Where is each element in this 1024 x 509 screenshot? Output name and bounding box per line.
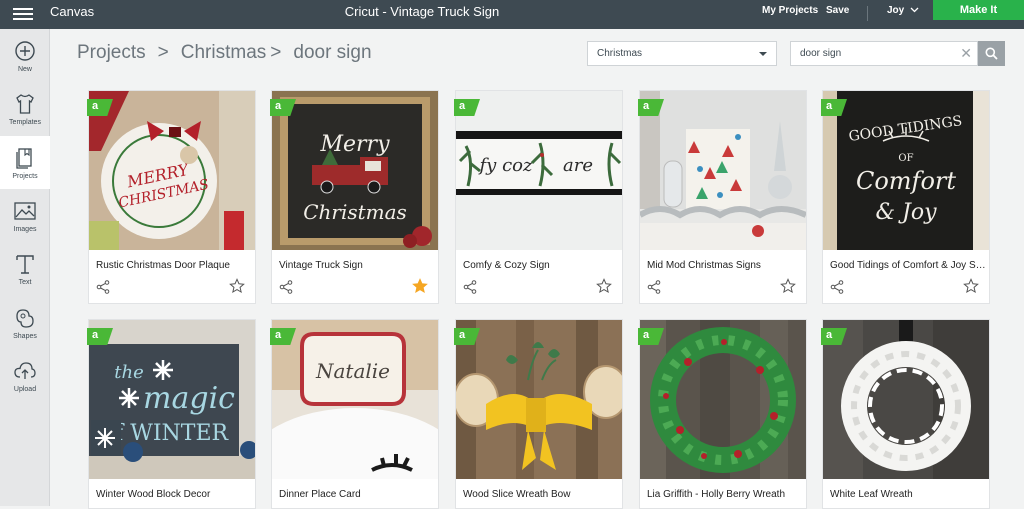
project-image: the magic of WINTER xyxy=(89,320,255,479)
search-input[interactable] xyxy=(791,42,951,65)
share-icon[interactable] xyxy=(279,280,293,294)
breadcrumb-separator: > xyxy=(157,42,169,63)
project-image: GOOD TIDINGS OF Comfort & Joy xyxy=(823,91,989,250)
image-icon xyxy=(14,202,36,220)
sidebar-item-label: Templates xyxy=(9,119,41,126)
user-menu[interactable]: Joy xyxy=(887,5,919,16)
project-card[interactable]: a Mid Mod Christmas Signs xyxy=(638,90,807,304)
my-projects-link[interactable]: My Projects xyxy=(762,5,818,16)
project-image: fy coz are xyxy=(456,91,622,250)
sidebar-item-projects[interactable]: Projects xyxy=(0,136,50,189)
share-icon[interactable] xyxy=(96,280,110,294)
project-card[interactable]: a Lia Griffith - Holly Berry Wreath xyxy=(638,319,807,509)
project-card[interactable]: Natalie a Dinner Place Card xyxy=(270,319,439,509)
project-card[interactable]: a White Leaf Wreath xyxy=(821,319,990,509)
share-icon[interactable] xyxy=(647,280,661,294)
project-card[interactable]: a Wood Slice Wreath Bow xyxy=(454,319,623,509)
artwork-text: Christmas xyxy=(303,200,407,224)
project-image: MERRY CHRISTMAS xyxy=(89,91,255,250)
project-card[interactable]: GOOD TIDINGS OF Comfort & Joy a Good Tid… xyxy=(821,90,990,304)
save-link[interactable]: Save xyxy=(826,5,849,16)
breadcrumb: Projects > Christmas > door sign xyxy=(77,42,384,64)
artwork-text: fy coz xyxy=(478,155,533,176)
project-title[interactable]: Vintage Truck Sign xyxy=(279,260,435,271)
search-button[interactable] xyxy=(978,41,1005,66)
tshirt-icon xyxy=(16,94,34,114)
user-name: Joy xyxy=(887,5,905,16)
artwork-text: are xyxy=(563,155,593,176)
breadcrumb-current: door sign xyxy=(293,42,372,63)
project-image: Natalie xyxy=(272,320,438,479)
artwork-text: & Joy xyxy=(875,200,937,225)
share-icon[interactable] xyxy=(830,280,844,294)
sidebar-item-label: Images xyxy=(13,226,37,233)
sidebar-item-shapes[interactable]: Shapes xyxy=(0,296,50,349)
project-image: Merry Christmas xyxy=(272,91,438,250)
category-filter-select[interactable]: Christmas xyxy=(587,41,777,66)
sidebar-item-label: Shapes xyxy=(13,333,37,340)
sidebar-item-images[interactable]: Images xyxy=(0,189,50,242)
artwork-text: of WINTER xyxy=(102,421,230,446)
artwork-text: magic xyxy=(143,381,235,416)
project-title[interactable]: Dinner Place Card xyxy=(279,489,435,500)
project-title[interactable]: Winter Wood Block Decor xyxy=(96,489,252,500)
breadcrumb-christmas[interactable]: Christmas xyxy=(181,42,267,63)
sidebar-item-templates[interactable]: Templates xyxy=(0,82,50,135)
artwork-text: Comfort xyxy=(856,167,956,195)
projects-icon xyxy=(16,148,32,169)
make-it-button[interactable]: Make It xyxy=(933,0,1024,20)
sidebar-item-label: Text xyxy=(18,279,32,286)
project-title[interactable]: Mid Mod Christmas Signs xyxy=(647,260,803,271)
project-card[interactable]: Merry Christmas a Vintage Truck Sign xyxy=(270,90,439,304)
artwork-text: the xyxy=(114,362,143,383)
artwork-text: OF xyxy=(898,153,913,164)
caret-down-icon xyxy=(759,52,767,56)
project-title[interactable]: Comfy & Cozy Sign xyxy=(463,260,619,271)
share-icon[interactable] xyxy=(463,280,477,294)
search-field: ✕ xyxy=(790,41,978,66)
favorite-star-icon[interactable] xyxy=(412,278,428,294)
project-title[interactable]: Rustic Christmas Door Plaque xyxy=(96,260,252,271)
top-bar: Canvas Cricut - Vintage Truck Sign My Pr… xyxy=(0,0,1024,29)
sidebar-item-label: New xyxy=(17,66,32,73)
project-title[interactable]: Lia Griffith - Holly Berry Wreath xyxy=(647,489,803,500)
project-title[interactable]: Good Tidings of Comfort & Joy Sign xyxy=(830,260,986,271)
favorite-star-icon[interactable] xyxy=(596,278,612,294)
project-card[interactable]: the magic of WINTER a Winter Wood Block … xyxy=(87,319,256,509)
chevron-down-icon xyxy=(910,7,919,13)
project-image xyxy=(640,91,806,250)
search-icon xyxy=(985,47,998,60)
sidebar-item-label: Upload xyxy=(13,386,37,393)
document-title: Cricut - Vintage Truck Sign xyxy=(344,4,500,19)
sidebar-item-label: Projects xyxy=(12,173,38,180)
favorite-star-icon[interactable] xyxy=(963,278,979,294)
project-card[interactable]: fy coz are a Comfy & Cozy Sign xyxy=(454,90,623,304)
project-card[interactable]: MERRY CHRISTMAS a Rustic Christmas Door … xyxy=(87,90,256,304)
project-title[interactable]: Wood Slice Wreath Bow xyxy=(463,489,619,500)
sidebar-item-new[interactable]: New xyxy=(0,29,50,82)
category-filter-value: Christmas xyxy=(597,48,643,59)
shapes-icon xyxy=(16,309,34,328)
project-title[interactable]: White Leaf Wreath xyxy=(830,489,986,500)
artwork-text: Natalie xyxy=(315,359,390,383)
breadcrumb-separator: > xyxy=(270,42,282,63)
clear-search-icon[interactable]: ✕ xyxy=(960,46,972,60)
upload-icon xyxy=(14,362,36,379)
sidebar-item-text[interactable]: Text xyxy=(0,242,50,295)
project-image xyxy=(640,320,806,479)
divider xyxy=(867,6,868,21)
sidebar-item-upload[interactable]: Upload xyxy=(0,349,50,402)
favorite-star-icon[interactable] xyxy=(229,278,245,294)
sidebar: New Templates Projects Images Text Shape… xyxy=(0,29,50,506)
project-image xyxy=(823,320,989,479)
breadcrumb-projects[interactable]: Projects xyxy=(77,42,146,63)
favorite-star-icon[interactable] xyxy=(780,278,796,294)
text-icon xyxy=(16,255,34,274)
project-image xyxy=(456,320,622,479)
plus-circle-icon xyxy=(15,41,35,61)
